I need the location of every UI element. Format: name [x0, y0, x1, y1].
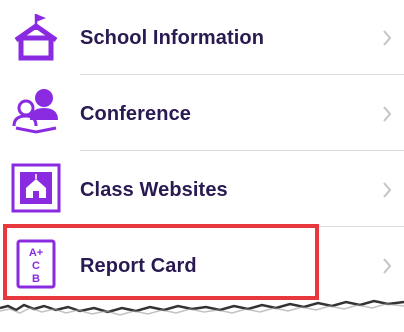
menu-item-class-websites[interactable]: Class Websites: [0, 152, 404, 228]
school-house-icon: [10, 10, 62, 62]
menu-item-label: Conference: [80, 102, 192, 125]
chevron-right-icon: [382, 228, 392, 304]
menu-item-label: Class Websites: [80, 178, 228, 201]
menu-item-school-information[interactable]: School Information: [0, 0, 404, 76]
class-website-icon: [10, 162, 62, 214]
menu-item-conference[interactable]: Conference: [0, 76, 404, 152]
conference-people-icon: [10, 86, 62, 138]
chevron-right-icon: [382, 0, 392, 76]
divider: [80, 74, 404, 75]
chevron-right-icon: [382, 152, 392, 228]
chevron-right-icon: [382, 76, 392, 152]
highlight-box: [3, 224, 319, 300]
menu-item-label: School Information: [80, 26, 265, 49]
divider: [80, 150, 404, 151]
torn-edge: [0, 299, 404, 332]
